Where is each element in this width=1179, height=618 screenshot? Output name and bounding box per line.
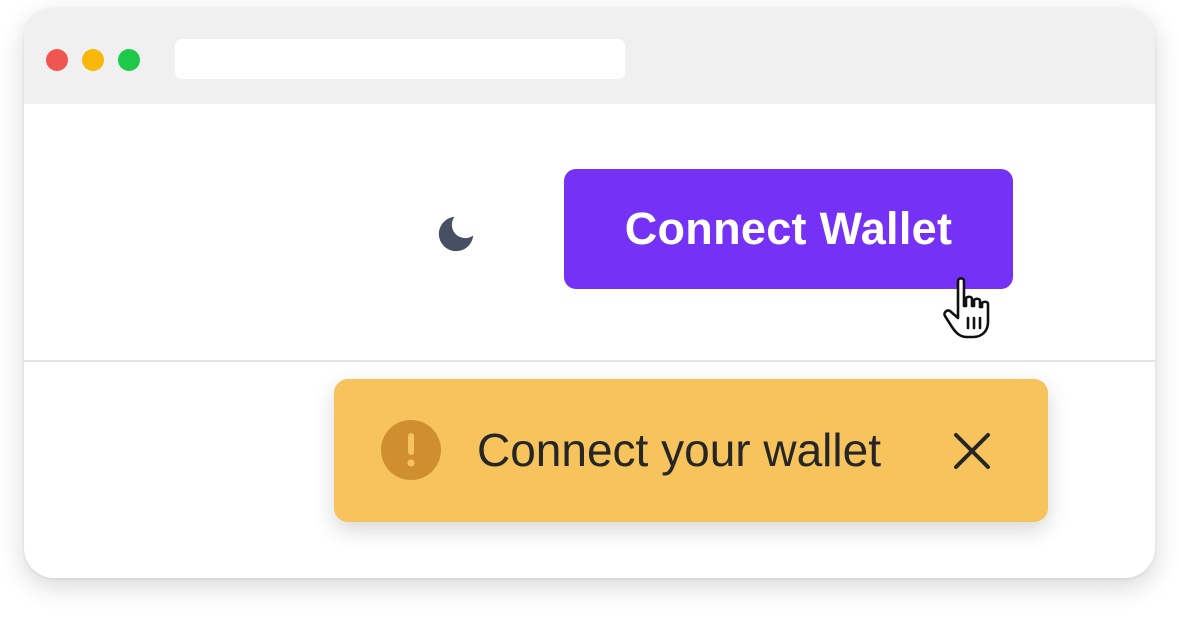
- toast-close-button[interactable]: [951, 430, 993, 472]
- connect-wallet-button-label: Connect Wallet: [624, 203, 953, 254]
- exclamation-circle-icon: [381, 420, 441, 480]
- address-bar[interactable]: [175, 39, 625, 79]
- window-close-button[interactable]: [46, 49, 68, 71]
- notification-toast: Connect your wallet: [334, 379, 1048, 522]
- close-icon: [954, 433, 990, 469]
- browser-window: Connect Wallet Connect your wallet: [24, 8, 1155, 578]
- connect-wallet-button[interactable]: Connect Wallet: [564, 169, 1013, 289]
- exclamation-mark-glyph: [407, 433, 415, 467]
- toast-message: Connect your wallet: [477, 424, 881, 476]
- window-titlebar: [24, 8, 1155, 104]
- window-minimize-button[interactable]: [82, 49, 104, 71]
- window-maximize-button[interactable]: [118, 49, 140, 71]
- moon-icon: [438, 216, 474, 252]
- theme-toggle-button[interactable]: [430, 208, 482, 260]
- page-header: Connect Wallet: [24, 104, 1155, 362]
